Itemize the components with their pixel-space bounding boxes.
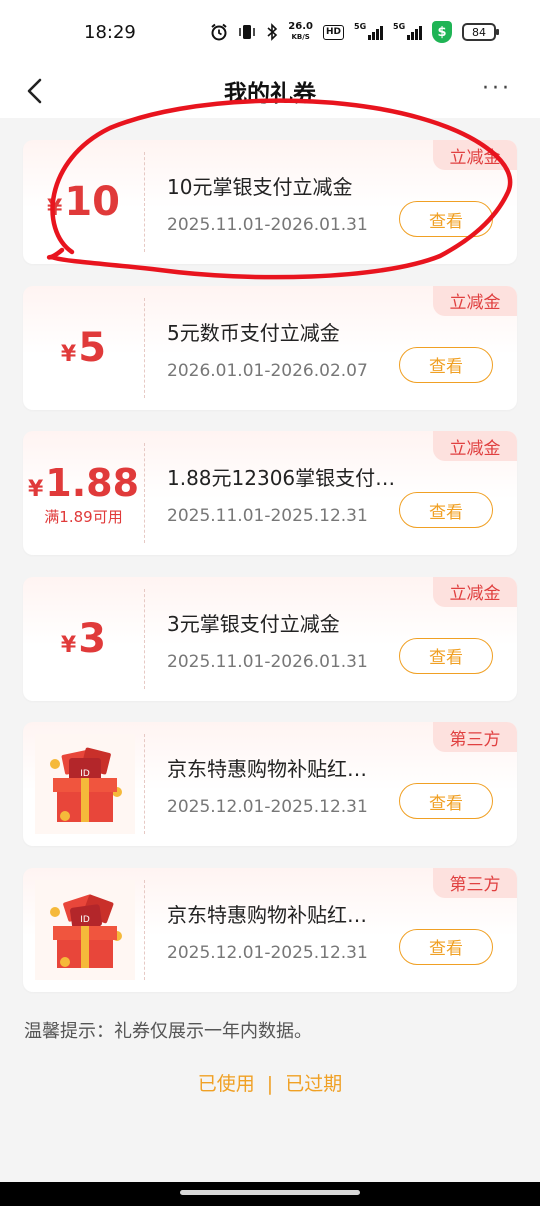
coupon-card[interactable]: 立减金 ¥ 5 5元数币支付立减金 2026.01.01-2026.02.07 …: [23, 285, 517, 410]
coupon-list: 立减金 ¥ 10 10元掌银支付立减金 2025.11.01-2026.01.3…: [23, 140, 517, 1013]
coupon-title: 京东特惠购物补贴红…: [167, 757, 367, 781]
history-links: 已使用 | 已过期: [0, 1069, 540, 1096]
security-shield-icon: $: [432, 21, 452, 43]
coupon-amount-box: ¥ 1.88 满1.89可用: [23, 431, 144, 555]
svg-text:ID: ID: [80, 769, 90, 779]
home-indicator[interactable]: [180, 1190, 360, 1195]
expired-coupons-link[interactable]: 已过期: [285, 1073, 342, 1095]
signal-icon: 5G: [354, 22, 383, 40]
amount-value: 3: [78, 615, 107, 662]
coupon-title: 1.88元12306掌银支付…: [167, 466, 396, 490]
signal-2-label: 5G: [393, 22, 406, 31]
back-arrow-icon[interactable]: [20, 74, 54, 108]
currency-symbol: ¥: [60, 341, 77, 367]
svg-text:ID: ID: [80, 915, 90, 925]
view-button[interactable]: 查看: [399, 783, 493, 819]
gift-box-image: ID: [35, 879, 135, 980]
currency-symbol: ¥: [47, 196, 63, 221]
coupon-type-tag: 第三方: [433, 722, 517, 752]
coupon-condition: 满1.89可用: [44, 507, 123, 526]
coupon-date-range: 2025.12.01-2025.12.31: [167, 942, 368, 963]
view-button[interactable]: 查看: [399, 928, 493, 965]
coupon-title: 5元数币支付立减金: [167, 320, 340, 345]
coupon-date-range: 2025.12.01-2025.12.31: [167, 797, 368, 817]
coupon-type-tag: 立减金: [433, 576, 517, 607]
coupon-info: 10元掌银支付立减金 2025.11.01-2026.01.31: [167, 171, 397, 235]
coupon-info: 5元数币支付立减金 2026.01.01-2026.02.07: [167, 317, 397, 381]
coupon-info: 京东特惠购物补贴红… 2025.12.01-2025.12.31: [167, 899, 397, 963]
signal-icon: 5G: [393, 22, 422, 40]
amount-value: 1.88: [45, 460, 140, 505]
net-speed-value: 26.0: [288, 21, 313, 32]
coupon-card[interactable]: 第三方 ID 京东特惠购物补贴红… 2025.12.01-2025.12.31 …: [23, 722, 517, 846]
coupon-type-tag: 立减金: [433, 140, 517, 170]
coupon-type-tag: 第三方: [433, 867, 517, 898]
coupon-title: 3元掌银支付立减金: [167, 611, 340, 636]
status-time: 18:29: [84, 21, 136, 43]
bluetooth-icon: [267, 23, 278, 41]
amount-value: 5: [78, 324, 107, 371]
coupon-amount: ¥ 5: [61, 328, 106, 368]
coupon-amount-box: ¥ 10: [23, 140, 144, 264]
coupon-card[interactable]: 立减金 ¥ 3 3元掌银支付立减金 2025.11.01-2026.01.31 …: [23, 576, 517, 701]
dashed-divider: [144, 879, 145, 980]
gift-box-image: ID: [35, 734, 135, 834]
status-icons: 26.0 KB/S HD 5G 5G $ 84: [210, 21, 499, 43]
coupon-type-tag: 立减金: [433, 431, 517, 461]
battery-icon: 84: [462, 23, 499, 41]
coupon-amount-box: ¥ 3: [23, 577, 144, 701]
coupon-info: 1.88元12306掌银支付… 2025.11.01-2025.12.31: [167, 462, 397, 526]
view-button[interactable]: 查看: [399, 637, 493, 674]
coupon-amount-box: ¥ 5: [23, 286, 144, 410]
coupon-title: 京东特惠购物补贴红…: [167, 902, 367, 927]
currency-symbol: ¥: [27, 476, 44, 502]
coupon-card[interactable]: 立减金 ¥ 10 10元掌银支付立减金 2025.11.01-2026.01.3…: [23, 140, 517, 264]
coupon-date-range: 2025.11.01-2025.12.31: [167, 506, 368, 526]
coupon-type-tag: 立减金: [433, 285, 517, 316]
dashed-divider: [144, 443, 145, 543]
dashed-divider: [144, 588, 145, 689]
coupon-date-range: 2025.11.01-2026.01.31: [167, 215, 368, 235]
coupon-info: 京东特惠购物补贴红… 2025.12.01-2025.12.31: [167, 753, 397, 817]
coupon-amount: ¥ 1.88: [28, 464, 139, 502]
coupon-title: 10元掌银支付立减金: [167, 175, 353, 199]
link-separator: |: [266, 1073, 274, 1095]
page-header: 我的礼券 ···: [0, 64, 540, 118]
coupon-amount: ¥ 10: [47, 182, 120, 222]
coupon-card[interactable]: 第三方 ID 京东特惠购物补贴红… 2025.12.01-2025.12.31 …: [23, 867, 517, 992]
coupon-amount: ¥ 3: [61, 619, 106, 659]
vibrate-icon: [239, 25, 256, 39]
currency-symbol: ¥: [60, 632, 77, 658]
amount-value: 10: [64, 179, 120, 225]
coupon-date-range: 2025.11.01-2026.01.31: [167, 651, 368, 672]
dashed-divider: [144, 734, 145, 834]
tip-text: 温馨提示：礼券仅展示一年内数据。: [24, 1021, 312, 1042]
hd-badge: HD: [322, 24, 344, 40]
coupon-info: 3元掌银支付立减金 2025.11.01-2026.01.31: [167, 608, 397, 672]
net-speed-unit: KB/S: [291, 33, 310, 41]
view-button[interactable]: 查看: [399, 346, 493, 383]
page-title: 我的礼券: [224, 81, 316, 107]
alarm-icon: [211, 23, 227, 41]
status-bar: 18:29 26.0 KB/S HD 5G 5G $ 84: [0, 0, 540, 64]
dashed-divider: [144, 152, 145, 252]
view-button[interactable]: 查看: [399, 201, 493, 237]
signal-1-label: 5G: [354, 22, 367, 31]
coupon-card[interactable]: 立减金 ¥ 1.88 满1.89可用 1.88元12306掌银支付… 2025.…: [23, 431, 517, 555]
used-coupons-link[interactable]: 已使用: [198, 1073, 255, 1095]
coupon-date-range: 2026.01.01-2026.02.07: [167, 360, 368, 381]
dashed-divider: [144, 297, 145, 398]
more-options-button[interactable]: ···: [482, 76, 512, 101]
view-button[interactable]: 查看: [399, 492, 493, 528]
net-speed: 26.0 KB/S: [288, 22, 313, 42]
